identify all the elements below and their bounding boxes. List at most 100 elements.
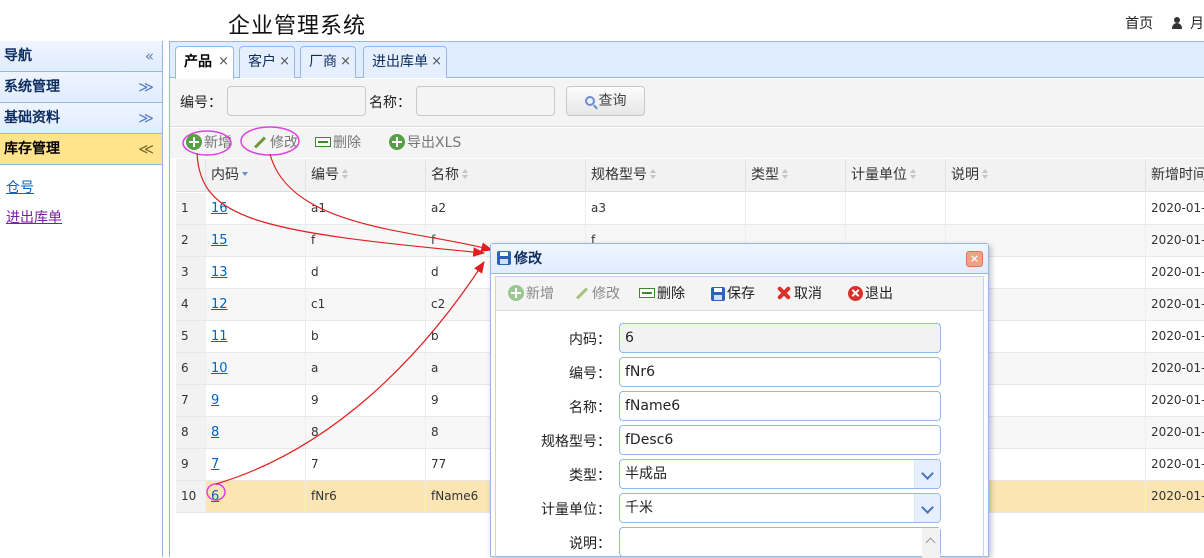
save-icon [711, 287, 725, 301]
tab-close-icon[interactable]: × [431, 47, 442, 77]
chevron-down-icon[interactable] [914, 460, 940, 488]
cell-unit [846, 193, 946, 224]
name-search-input[interactable] [416, 86, 555, 116]
cell-id[interactable]: 9 [206, 385, 306, 416]
row-number: 2 [176, 225, 206, 256]
cell-code: 7 [306, 449, 426, 480]
sidebar-section-system[interactable]: 系统管理 ≫ [0, 72, 162, 103]
name-label: 名称： [369, 95, 411, 111]
add-button-label: 新增 [204, 135, 232, 151]
delete-button[interactable]: 删除 [315, 132, 361, 154]
export-button[interactable]: 导出XLS [389, 132, 461, 154]
user-name[interactable]: 月 [1190, 16, 1204, 32]
cell-id[interactable]: 13 [206, 257, 306, 288]
cell-created: 2020-01-1 [1146, 385, 1204, 416]
sidebar-section-label: 系统管理 [4, 79, 60, 95]
form-row-code: 编号： fNr6 [496, 357, 985, 387]
sidebar-link-stock-orders[interactable]: 进出库单 [6, 203, 156, 233]
cancel-icon [776, 285, 792, 301]
row-number: 9 [176, 449, 206, 480]
cell-id[interactable]: 12 [206, 289, 306, 320]
tab-stock-orders[interactable]: 进出库单 × [363, 46, 447, 78]
row-id-link[interactable]: 10 [211, 361, 228, 376]
row-id-link[interactable]: 16 [211, 201, 228, 216]
desc-textarea[interactable] [619, 527, 941, 558]
cell-id[interactable]: 6 [206, 481, 306, 512]
dialog-exit-button[interactable]: 退出 [848, 283, 893, 305]
sidebar-section-inventory[interactable]: 库存管理 ≪ [0, 134, 162, 165]
edit-button[interactable]: 修改 [252, 132, 298, 154]
type-select[interactable]: 半成品 [619, 459, 941, 489]
collapse-icon[interactable]: « [145, 41, 154, 71]
query-button-label: 查询 [598, 93, 627, 109]
id-field[interactable]: 6 [619, 323, 941, 353]
name-field[interactable]: fName6 [619, 391, 941, 421]
column-header-name[interactable]: 名称 [426, 159, 586, 192]
cell-id[interactable]: 16 [206, 193, 306, 224]
type-label: 类型： [569, 468, 611, 484]
query-button[interactable]: 查询 [566, 86, 645, 116]
row-id-link[interactable]: 12 [211, 297, 228, 312]
column-header-spec[interactable]: 规格型号 [586, 159, 746, 192]
tab-products[interactable]: 产品 × [175, 46, 234, 79]
row-id-link[interactable]: 7 [211, 457, 219, 472]
form-row-unit: 计量单位： 千米 [496, 493, 985, 523]
code-search-input[interactable] [227, 86, 366, 116]
user-icon[interactable] [1171, 17, 1182, 29]
tab-label: 进出库单 [372, 54, 428, 70]
column-header-id[interactable]: 内码 [206, 159, 306, 192]
row-id-link[interactable]: 13 [211, 265, 228, 280]
cell-created: 2020-01-1 [1146, 289, 1204, 320]
cell-id[interactable]: 15 [206, 225, 306, 256]
row-id-link[interactable]: 8 [211, 425, 219, 440]
edit-button-label: 修改 [270, 135, 298, 151]
row-number: 7 [176, 385, 206, 416]
unit-select[interactable]: 千米 [619, 493, 941, 523]
column-header-created[interactable]: 新增时间 [1146, 159, 1204, 192]
dialog-delete-button[interactable]: 删除 [639, 283, 685, 305]
expand-icon[interactable]: ≫ [138, 103, 154, 133]
tab-customers[interactable]: 客户 × [239, 46, 295, 78]
tab-close-icon[interactable]: × [218, 47, 229, 77]
row-id-link[interactable]: 15 [211, 233, 228, 248]
export-icon [389, 134, 405, 150]
sidebar-section-nav[interactable]: 导航 « [0, 41, 162, 72]
code-field[interactable]: fNr6 [619, 357, 941, 387]
dialog-close-button[interactable]: × [966, 251, 983, 267]
row-number: 3 [176, 257, 206, 288]
sort-desc-icon [242, 169, 249, 180]
tab-vendors[interactable]: 厂商 × [300, 46, 356, 78]
tab-label: 厂商 [309, 54, 337, 70]
row-id-link[interactable]: 11 [211, 329, 228, 344]
sidebar-link-warehouse[interactable]: 仓号 [6, 173, 156, 203]
scroll-up-icon[interactable] [922, 528, 940, 558]
collapse-icon[interactable]: ≪ [138, 134, 154, 164]
cell-id[interactable]: 7 [206, 449, 306, 480]
cell-id[interactable]: 10 [206, 353, 306, 384]
row-number: 1 [176, 193, 206, 224]
row-id-link[interactable]: 6 [211, 489, 219, 504]
export-button-label: 导出XLS [407, 135, 462, 151]
add-button[interactable]: 新增 [186, 132, 232, 154]
column-header-desc[interactable]: 说明 [946, 159, 1146, 192]
cell-id[interactable]: 11 [206, 321, 306, 352]
tab-close-icon[interactable]: × [279, 47, 290, 77]
dialog-save-button[interactable]: 保存 [711, 283, 755, 305]
dialog-title-bar[interactable]: 修改 × [491, 244, 988, 274]
sidebar-section-basic[interactable]: 基础资料 ≫ [0, 103, 162, 134]
sort-icon [910, 169, 917, 180]
table-row[interactable]: 1 16 a1a2a3 2020-01-2 [176, 193, 1204, 225]
home-link[interactable]: 首页 [1125, 16, 1153, 32]
dialog-add-button[interactable]: 新增 [508, 283, 554, 305]
column-header-unit[interactable]: 计量单位 [846, 159, 946, 192]
chevron-down-icon[interactable] [914, 494, 940, 522]
expand-icon[interactable]: ≫ [138, 72, 154, 102]
tab-close-icon[interactable]: × [340, 47, 351, 77]
row-id-link[interactable]: 9 [211, 393, 219, 408]
dialog-edit-button[interactable]: 修改 [574, 283, 620, 305]
spec-field[interactable]: fDesc6 [619, 425, 941, 455]
column-header-code[interactable]: 编号 [306, 159, 426, 192]
column-header-type[interactable]: 类型 [746, 159, 846, 192]
dialog-cancel-button[interactable]: 取消 [776, 283, 822, 305]
cell-id[interactable]: 8 [206, 417, 306, 448]
